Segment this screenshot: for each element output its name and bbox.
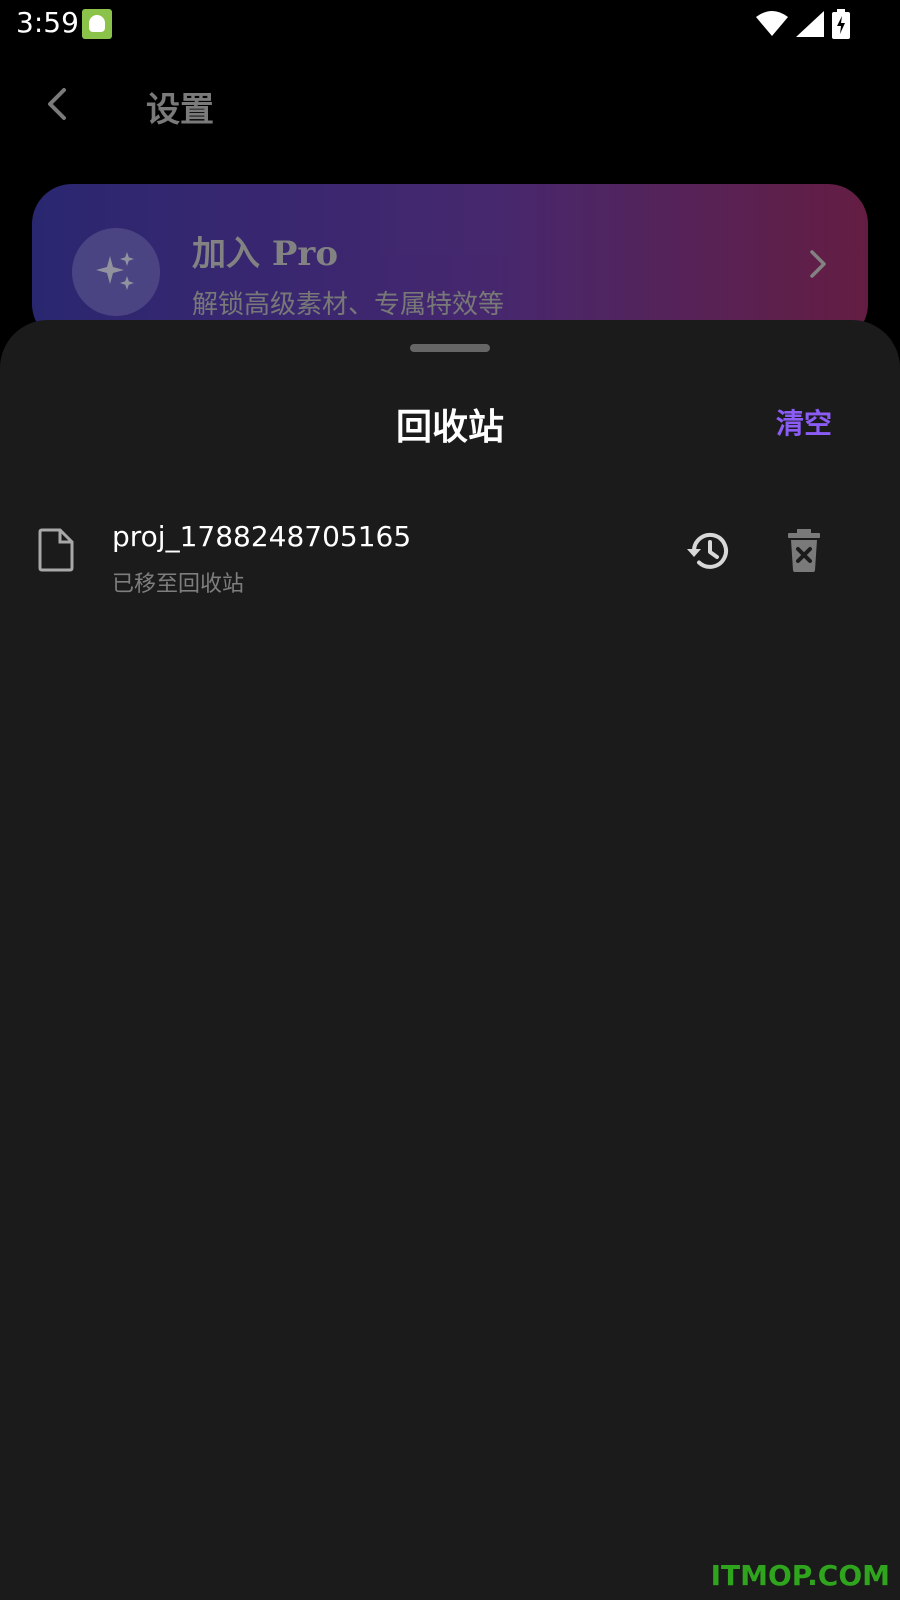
sheet-title: 回收站 [395, 407, 504, 448]
sparkles-icon [96, 252, 134, 290]
list-item[interactable]: proj_1788248705165 已移至回收站 [0, 504, 900, 620]
drag-handle[interactable] [410, 344, 490, 352]
pro-badge [72, 228, 160, 316]
status-time: 3:59 [16, 6, 79, 39]
pro-subtitle: 解锁高级素材、专属特效等 [192, 290, 505, 320]
recycle-bin-list: proj_1788248705165 已移至回收站 [0, 504, 900, 620]
signal-icon [796, 11, 824, 37]
chevron-left-icon[interactable] [38, 84, 78, 124]
status-bar: 3:59 [0, 0, 900, 50]
delete-forever-icon[interactable] [784, 526, 824, 576]
recycle-bin-sheet: 回收站 清空 proj_1788248705165 已移至回收站 [0, 320, 900, 1600]
item-status: 已移至回收站 [112, 572, 245, 597]
file-icon [38, 528, 74, 572]
pro-title: 加入 Pro [192, 234, 338, 274]
battery-charging-icon [832, 9, 850, 39]
status-icons [756, 9, 850, 39]
restore-icon[interactable] [684, 526, 734, 576]
watermark: ITMOP.COM [710, 1559, 890, 1592]
app-notification-icon [82, 9, 112, 39]
wifi-icon [756, 11, 788, 36]
page-title: 设置 [146, 90, 214, 130]
app-bar: 设置 [0, 60, 900, 150]
item-name: proj_1788248705165 [112, 520, 412, 553]
chevron-right-icon [810, 250, 826, 278]
screen: 3:59 设置 加入 Pro 解锁高级素材、专属特效等 回收站 清空 proj_… [0, 0, 900, 1600]
clear-button[interactable]: 清空 [776, 402, 832, 442]
